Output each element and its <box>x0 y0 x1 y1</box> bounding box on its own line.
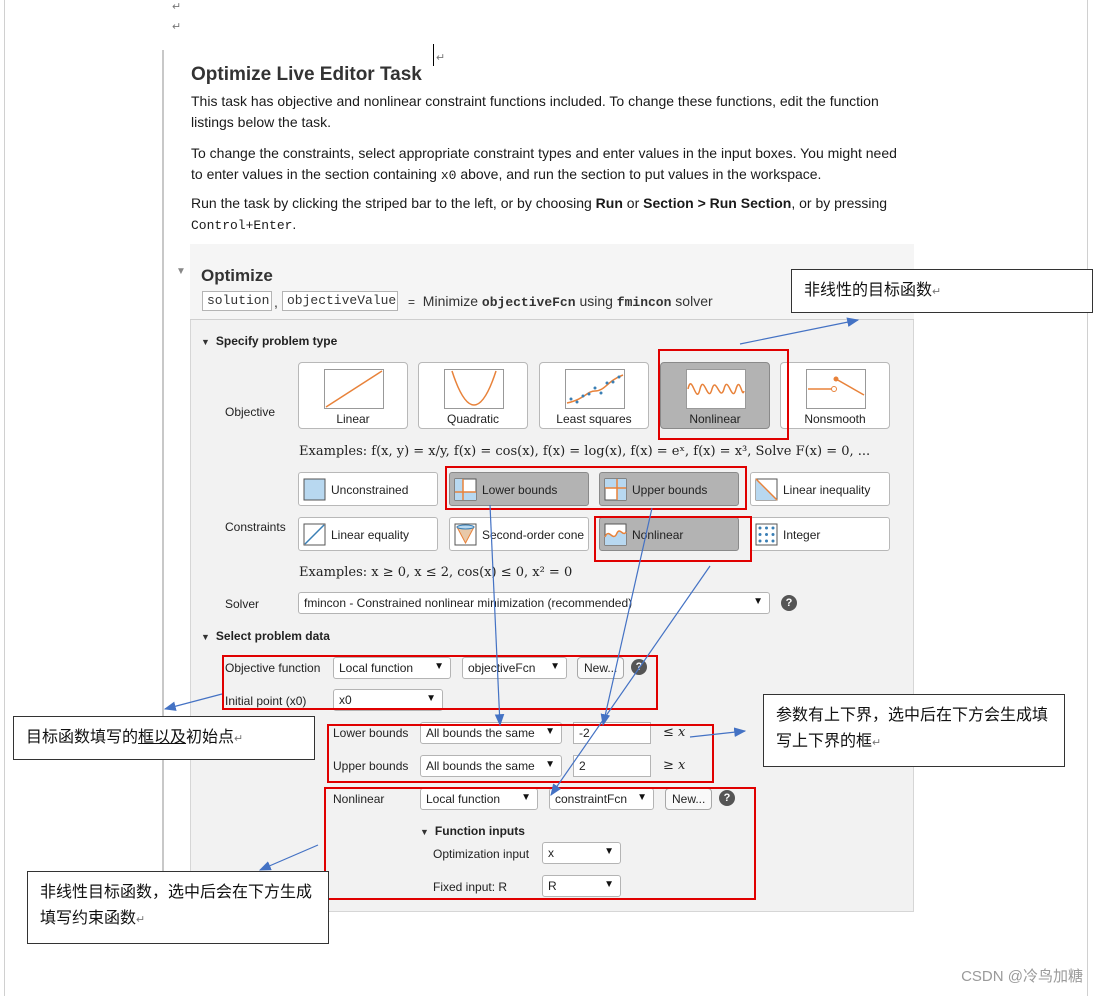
note-objective-start: 目标函数填写的框以及初始点↵ <box>13 716 315 760</box>
watermark: CSDN @冷鸟加糖 <box>961 968 1083 985</box>
note-nonlinear-constraint: 非线性目标函数，选中后会在下方生成填写约束函数↵ <box>27 871 329 944</box>
annotation-arrows <box>163 317 860 871</box>
note-bounds: 参数有上下界，选中后在下方会生成填写上下界的框↵ <box>763 694 1065 767</box>
note-nonlinear-objective: 非线性的目标函数↵ <box>791 269 1093 313</box>
